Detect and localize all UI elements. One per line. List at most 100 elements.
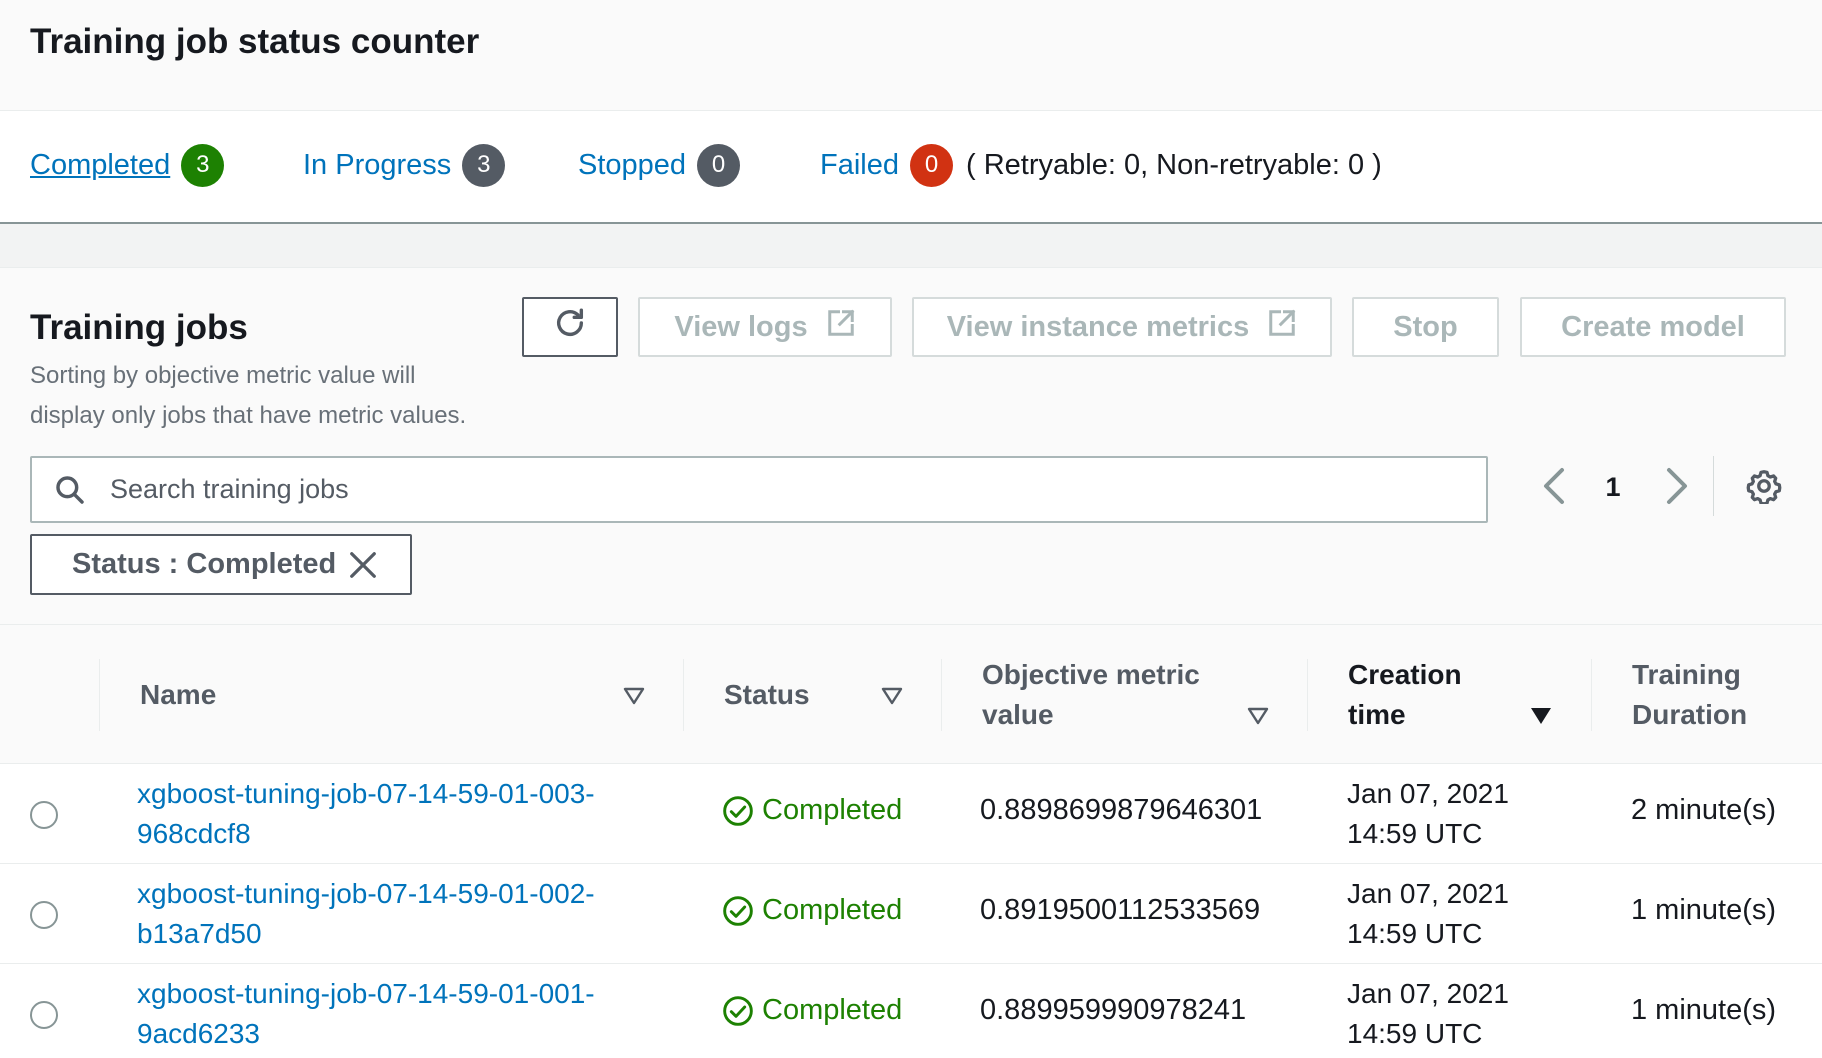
creation-date: Jan 07, 2021: [1347, 778, 1509, 809]
search-input[interactable]: [104, 458, 1474, 521]
sort-triangle-icon[interactable]: [623, 687, 645, 710]
search-box[interactable]: [30, 456, 1488, 523]
chevron-right-icon[interactable]: [1661, 466, 1691, 511]
filter-token-label: Status : Completed: [72, 548, 337, 580]
creation-time: Jan 07, 2021 14:59 UTC: [1347, 774, 1509, 854]
column-header-status[interactable]: Status: [724, 675, 810, 715]
in-progress-count-badge: 3: [462, 143, 506, 187]
view-instance-metrics-button[interactable]: View instance metrics: [912, 297, 1332, 357]
job-status-label: Completed: [762, 794, 903, 826]
table-row[interactable]: xgboost-tuning-job-07-14-59-01-001- 9acd…: [0, 964, 1822, 1058]
training-jobs-description: Sorting by objective metric value will d…: [30, 362, 467, 429]
pagination-divider: [1713, 456, 1714, 516]
column-divider: [683, 659, 684, 731]
column-header-duration-line2: Duration: [1632, 699, 1748, 730]
status-in-progress-link[interactable]: In Progress: [303, 149, 451, 182]
column-header-objective-line1: Objective metric: [982, 659, 1200, 690]
gear-icon[interactable]: [1746, 468, 1782, 509]
column-header-objective-line2: value: [982, 699, 1054, 730]
search-icon: [54, 474, 86, 511]
table-header: Name Status Objective metric value Creat…: [0, 624, 1822, 764]
column-divider: [1307, 659, 1308, 731]
column-header-creation-time[interactable]: Creation time: [1348, 655, 1462, 735]
stop-button[interactable]: Stop: [1352, 297, 1499, 357]
status-stopped-link[interactable]: Stopped: [578, 149, 686, 182]
chevron-left-icon[interactable]: [1540, 466, 1570, 511]
column-header-creation-line1: Creation: [1348, 659, 1462, 690]
creation-clock: 14:59 UTC: [1347, 818, 1483, 849]
table-row[interactable]: xgboost-tuning-job-07-14-59-01-002- b13a…: [0, 864, 1822, 964]
status-counter: Completed 3 In Progress 3 Stopped 0 Fail…: [0, 111, 1822, 224]
job-name-line1: xgboost-tuning-job-07-14-59-01-003-: [137, 778, 595, 809]
section-gap: [0, 226, 1822, 268]
sort-triangle-icon[interactable]: [881, 687, 903, 710]
objective-metric-value: 0.889959990978241: [980, 994, 1247, 1026]
creation-clock: 14:59 UTC: [1347, 1018, 1483, 1049]
view-instance-metrics-label: View instance metrics: [946, 310, 1250, 343]
row-select-radio[interactable]: [30, 1001, 58, 1029]
failed-count-badge: 0: [910, 143, 953, 187]
status-in-progress[interactable]: In Progress 3: [303, 143, 506, 187]
row-select-radio[interactable]: [30, 901, 58, 929]
column-divider: [941, 659, 942, 731]
objective-metric-value: 0.8898699879646301: [980, 794, 1263, 826]
row-select-radio[interactable]: [30, 801, 58, 829]
check-circle-icon: [723, 795, 753, 826]
job-status: Completed: [722, 994, 902, 1027]
filter-token-status: Status : Completed: [30, 534, 412, 595]
job-name-line1: xgboost-tuning-job-07-14-59-01-002-: [137, 878, 595, 909]
training-jobs-panel: Training jobs Sorting by objective metri…: [0, 268, 1822, 624]
column-header-training-duration[interactable]: Training Duration: [1632, 655, 1747, 735]
create-model-label: Create model: [1561, 310, 1745, 343]
column-header-name[interactable]: Name: [140, 675, 216, 715]
stopped-count-badge: 0: [697, 143, 741, 187]
check-circle-icon: [723, 895, 753, 926]
status-completed-link[interactable]: Completed: [30, 149, 170, 182]
job-status-label: Completed: [762, 894, 903, 926]
status-failed[interactable]: Failed 0 ( Retryable: 0, Non-retryable: …: [820, 143, 1382, 187]
external-link-icon: [1267, 308, 1297, 346]
training-jobs-title: Training jobs: [30, 308, 248, 347]
status-stopped[interactable]: Stopped 0: [578, 143, 741, 187]
column-header-duration-line1: Training: [1632, 659, 1741, 690]
job-name-line1: xgboost-tuning-job-07-14-59-01-001-: [137, 978, 595, 1009]
column-header-creation-line2: time: [1348, 699, 1406, 730]
current-page-number[interactable]: 1: [1598, 472, 1628, 503]
external-link-icon: [826, 308, 856, 346]
column-divider: [1591, 659, 1592, 731]
sort-triangle-icon[interactable]: [1247, 707, 1269, 730]
job-name-line2: b13a7d50: [137, 918, 262, 949]
creation-date: Jan 07, 2021: [1347, 878, 1509, 909]
create-model-button[interactable]: Create model: [1520, 297, 1786, 357]
creation-time: Jan 07, 2021 14:59 UTC: [1347, 974, 1509, 1054]
job-name-link[interactable]: xgboost-tuning-job-07-14-59-01-001- 9acd…: [137, 974, 657, 1054]
view-logs-button[interactable]: View logs: [638, 297, 892, 357]
close-icon[interactable]: [348, 550, 378, 588]
training-duration: 2 minute(s): [1631, 794, 1777, 826]
stop-label: Stop: [1393, 310, 1458, 343]
job-name-link[interactable]: xgboost-tuning-job-07-14-59-01-002- b13a…: [137, 874, 657, 954]
completed-count-badge: 3: [181, 143, 225, 187]
objective-metric-value: 0.8919500112533569: [980, 894, 1261, 926]
table-row[interactable]: xgboost-tuning-job-07-14-59-01-003- 968c…: [0, 764, 1822, 864]
retry-note: ( Retryable: 0, Non-retryable: 0 ): [966, 148, 1382, 181]
refresh-button[interactable]: [522, 297, 618, 357]
status-completed[interactable]: Completed 3: [30, 143, 225, 187]
creation-date: Jan 07, 2021: [1347, 978, 1509, 1009]
creation-clock: 14:59 UTC: [1347, 918, 1483, 949]
column-header-objective-metric[interactable]: Objective metric value: [982, 655, 1200, 735]
job-name-line2: 968cdcf8: [137, 818, 251, 849]
page-title: Training job status counter: [30, 22, 480, 61]
view-logs-label: View logs: [674, 310, 808, 343]
refresh-icon: [553, 306, 587, 348]
training-duration: 1 minute(s): [1631, 894, 1777, 926]
sort-descending-icon[interactable]: [1530, 707, 1552, 730]
check-circle-icon: [723, 995, 753, 1026]
job-status: Completed: [722, 894, 902, 927]
status-counter-header: Training job status counter: [0, 0, 1822, 111]
job-name-line2: 9acd6233: [137, 1018, 261, 1049]
column-divider: [99, 659, 100, 731]
job-status-label: Completed: [762, 994, 903, 1026]
status-failed-link[interactable]: Failed: [820, 149, 899, 182]
job-name-link[interactable]: xgboost-tuning-job-07-14-59-01-003- 968c…: [137, 774, 657, 854]
